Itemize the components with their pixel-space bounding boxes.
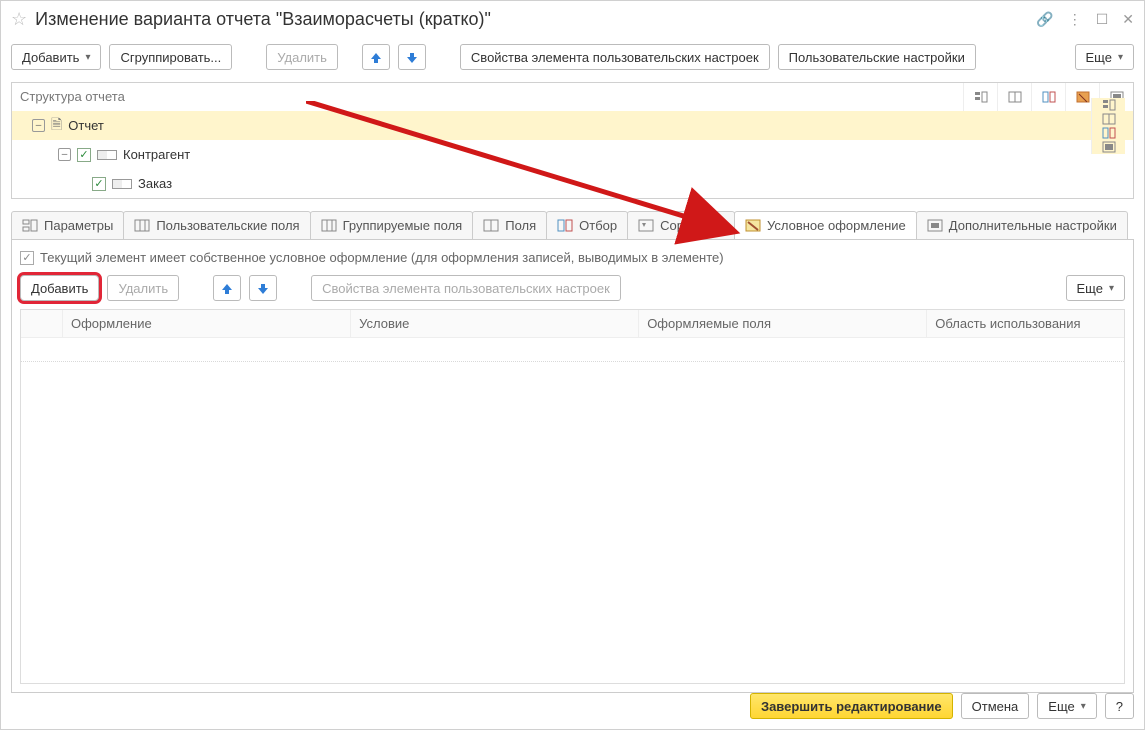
params-mini-icon[interactable]	[963, 83, 997, 111]
chevron-down-icon: ▾	[1081, 701, 1086, 712]
button-label: Пользовательские настройки	[789, 50, 965, 65]
grid-col-fields[interactable]: Оформляемые поля	[639, 310, 927, 337]
tree-expander[interactable]: –	[58, 148, 71, 161]
button-label: Добавить	[22, 50, 79, 65]
arrow-up-icon	[368, 50, 384, 64]
cond-format-icon	[745, 219, 761, 233]
button-label: ?	[1116, 699, 1123, 714]
own-format-label: Текущий элемент имеет собственное условн…	[40, 250, 724, 265]
more-button[interactable]: Еще ▾	[1075, 44, 1134, 70]
inner-move-down-button[interactable]	[249, 275, 277, 301]
button-label: Свойства элемента пользовательских настр…	[322, 281, 610, 296]
chevron-down-icon: ▾	[85, 52, 90, 63]
tab-fields[interactable]: Поля	[472, 211, 547, 239]
filter-icon	[557, 219, 573, 233]
tree-item-report[interactable]: Отчет	[68, 118, 104, 133]
close-icon[interactable]: ✕	[1122, 11, 1134, 28]
inner-more-button[interactable]: Еще ▾	[1066, 275, 1125, 301]
button-label: Завершить редактирование	[761, 699, 942, 714]
tab-grouped-fields[interactable]: Группируемые поля	[310, 211, 474, 239]
tab-label: Сортировк	[660, 218, 724, 233]
tab-label: Поля	[505, 218, 536, 233]
tab-filter[interactable]: Отбор	[546, 211, 628, 239]
button-label: Удалить	[277, 50, 327, 65]
grid-col-check	[21, 310, 63, 337]
arrow-down-icon	[404, 50, 420, 64]
tab-label: Дополнительные настройки	[949, 218, 1117, 233]
button-label: Отмена	[972, 699, 1019, 714]
inner-move-up-button[interactable]	[213, 275, 241, 301]
finish-editing-button[interactable]: Завершить редактирование	[750, 693, 953, 719]
button-label: Свойства элемента пользовательских настр…	[471, 50, 759, 65]
kebab-icon[interactable]: ⋮	[1068, 11, 1082, 28]
add-row-button[interactable]: Добавить	[20, 275, 99, 301]
button-label: Удалить	[118, 281, 168, 296]
delete-button: Удалить	[266, 44, 338, 70]
tab-label: Отбор	[579, 218, 617, 233]
filter-mini-icon[interactable]	[1031, 83, 1065, 111]
tree-item-order[interactable]: Заказ	[138, 176, 172, 191]
group-icon	[97, 150, 117, 160]
tab-label: Пользовательские поля	[156, 218, 299, 233]
button-label: Еще	[1077, 281, 1103, 296]
own-format-checkbox[interactable]: ✓	[20, 251, 34, 265]
chevron-down-icon: ▾	[1109, 283, 1114, 294]
report-icon: 🗎	[51, 114, 62, 138]
arrow-down-icon	[255, 281, 271, 295]
table-icon	[321, 219, 337, 233]
tab-sort[interactable]: Сортировк	[627, 211, 735, 239]
params-mini-icon[interactable]	[1091, 98, 1125, 112]
footer-more-button[interactable]: Еще ▾	[1037, 693, 1096, 719]
fields-mini-icon[interactable]	[1091, 112, 1125, 126]
tab-user-fields[interactable]: Пользовательские поля	[123, 211, 310, 239]
window-restore-icon[interactable]: ☐	[1096, 11, 1109, 28]
tab-additional-settings[interactable]: Дополнительные настройки	[916, 211, 1128, 239]
params-icon	[22, 219, 38, 233]
tree-checkbox[interactable]: ✓	[77, 148, 91, 162]
delete-row-button: Удалить	[107, 275, 179, 301]
tree-checkbox[interactable]: ✓	[92, 177, 106, 191]
tab-conditional-format[interactable]: Условное оформление	[734, 211, 917, 239]
custom-element-props-button[interactable]: Свойства элемента пользовательских настр…	[460, 44, 770, 70]
tab-parameters[interactable]: Параметры	[11, 211, 124, 239]
add-button[interactable]: Добавить ▾	[11, 44, 101, 70]
button-label: Добавить	[31, 281, 88, 296]
tab-label: Параметры	[44, 218, 113, 233]
window-title: Изменение варианта отчета "Взаиморасчеты…	[35, 9, 1036, 30]
sort-icon	[638, 219, 654, 233]
structure-header-label: Структура отчета	[12, 83, 963, 111]
table-icon	[134, 219, 150, 233]
tab-label: Условное оформление	[767, 218, 906, 233]
inner-custom-props-button: Свойства элемента пользовательских настр…	[311, 275, 621, 301]
user-settings-button[interactable]: Пользовательские настройки	[778, 44, 976, 70]
move-up-button[interactable]	[362, 44, 390, 70]
button-label: Еще	[1048, 699, 1074, 714]
tab-label: Группируемые поля	[343, 218, 463, 233]
fields-mini-icon[interactable]	[997, 83, 1031, 111]
table-icon	[483, 219, 499, 233]
link-icon[interactable]: 🔗	[1036, 11, 1053, 28]
group-icon	[112, 179, 132, 189]
tree-item-contractor[interactable]: Контрагент	[123, 147, 190, 162]
button-label: Еще	[1086, 50, 1112, 65]
grid-col-area[interactable]: Область использования	[927, 310, 1124, 337]
arrow-up-icon	[219, 281, 235, 295]
group-button[interactable]: Сгруппировать...	[109, 44, 232, 70]
chevron-down-icon: ▾	[1118, 52, 1123, 63]
button-label: Сгруппировать...	[120, 50, 221, 65]
filter-mini-icon[interactable]	[1091, 126, 1125, 140]
cancel-button[interactable]: Отмена	[961, 693, 1030, 719]
move-down-button[interactable]	[398, 44, 426, 70]
tree-expander[interactable]: –	[32, 119, 45, 132]
help-button[interactable]: ?	[1105, 693, 1134, 719]
favorite-star-icon[interactable]: ☆	[11, 9, 27, 30]
grid-col-formatting[interactable]: Оформление	[63, 310, 351, 337]
settings-icon	[927, 219, 943, 233]
grid-body[interactable]	[21, 338, 1124, 683]
grid-col-condition[interactable]: Условие	[351, 310, 639, 337]
